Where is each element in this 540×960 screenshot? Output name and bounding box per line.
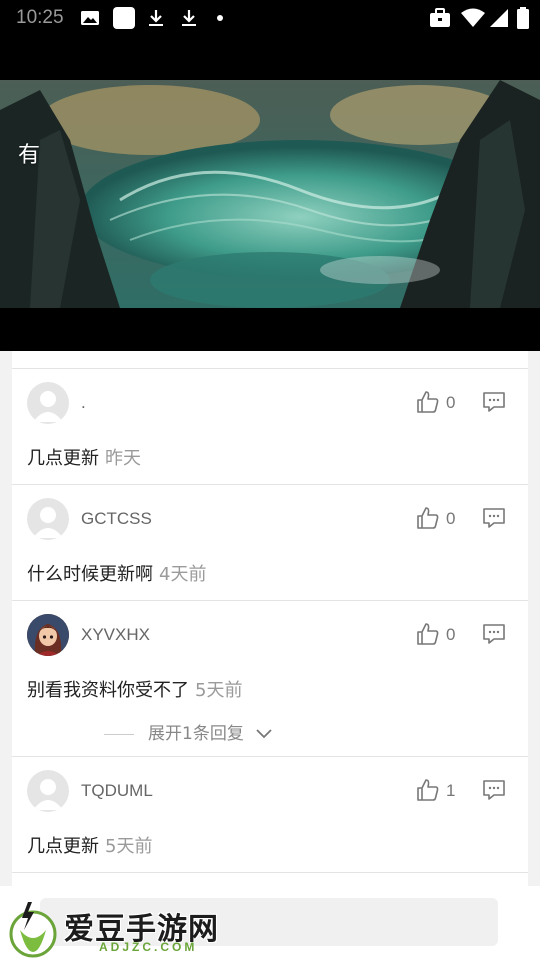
watermark-domain: ADJZC.COM bbox=[99, 940, 198, 954]
thumbs-up-icon[interactable] bbox=[416, 778, 440, 802]
comment-text: 别看我资料你受不了 5天前 bbox=[27, 676, 242, 702]
comment-icon[interactable] bbox=[482, 507, 506, 529]
toolbar-area bbox=[0, 36, 540, 80]
like-count: 1 bbox=[446, 781, 456, 800]
status-bar: 10:25 bbox=[0, 0, 540, 36]
comment-list[interactable]: . 0 几点更新 昨天 GCTCSS 0 什么时候更新啊 4天前 XYVXHX … bbox=[12, 351, 528, 886]
comment-icon[interactable] bbox=[482, 623, 506, 645]
comment-time: 5天前 bbox=[105, 836, 153, 857]
like-count: 0 bbox=[446, 393, 456, 412]
wifi-icon bbox=[461, 8, 485, 27]
watermark-logo-icon bbox=[9, 902, 57, 958]
app-square-icon bbox=[113, 7, 135, 29]
avatar[interactable] bbox=[27, 770, 69, 812]
footer-bar: 爱豆手游网 ADJZC.COM bbox=[0, 886, 540, 960]
dot-icon bbox=[217, 15, 223, 21]
comment-icon[interactable] bbox=[482, 779, 506, 801]
comment-text: 几点更新 5天前 bbox=[27, 832, 152, 858]
default-avatar-icon bbox=[33, 507, 63, 538]
default-avatar-icon bbox=[33, 391, 63, 422]
comment-item: . 0 几点更新 昨天 bbox=[12, 368, 528, 484]
comment-time: 5天前 bbox=[195, 680, 243, 701]
comment-username[interactable]: TQDUML bbox=[81, 781, 153, 801]
comment-body: 几点更新 bbox=[27, 836, 99, 857]
thumbs-up-icon[interactable] bbox=[416, 622, 440, 646]
comment-time: 昨天 bbox=[105, 448, 141, 469]
download-icon bbox=[182, 10, 196, 26]
default-avatar-icon bbox=[33, 779, 63, 810]
expand-replies-button[interactable]: 展开1条回复 bbox=[104, 719, 273, 744]
comment-body: 什么时候更新啊 bbox=[27, 564, 153, 585]
comment-body: 几点更新 bbox=[27, 448, 99, 469]
anime-girl-avatar-icon bbox=[27, 614, 69, 656]
wave-landscape-illustration bbox=[0, 80, 540, 308]
thumbs-up-icon[interactable] bbox=[416, 506, 440, 530]
like-count: 0 bbox=[446, 509, 456, 528]
battery-icon bbox=[517, 7, 529, 29]
avatar[interactable] bbox=[27, 498, 69, 540]
comment-item: GCTCSS 0 什么时候更新啊 4天前 bbox=[12, 484, 528, 600]
banner-bottom-bar bbox=[0, 308, 540, 351]
banner-title: 有 bbox=[18, 143, 41, 168]
comment-username[interactable]: XYVXHX bbox=[81, 625, 150, 645]
thumbs-up-icon[interactable] bbox=[416, 390, 440, 414]
comment-item-partial bbox=[12, 872, 528, 886]
chevron-down-icon bbox=[256, 729, 272, 739]
comment-item: XYVXHX 0 别看我资料你受不了 5天前 展开1条回复 bbox=[12, 600, 528, 756]
like-count: 0 bbox=[446, 625, 456, 644]
comment-body: 别看我资料你受不了 bbox=[27, 680, 189, 701]
comment-time: 4天前 bbox=[159, 564, 207, 585]
expand-replies-label: 展开1条回复 bbox=[148, 724, 244, 744]
image-icon bbox=[81, 11, 99, 25]
comment-username[interactable]: GCTCSS bbox=[81, 509, 152, 529]
avatar[interactable] bbox=[27, 614, 69, 656]
signal-icon bbox=[490, 9, 508, 27]
comment-text: 几点更新 昨天 bbox=[27, 444, 141, 470]
download-icon bbox=[149, 10, 163, 26]
avatar[interactable] bbox=[27, 382, 69, 424]
divider-line bbox=[104, 733, 134, 735]
comment-text: 什么时候更新啊 4天前 bbox=[27, 560, 206, 586]
status-time: 10:25 bbox=[16, 7, 64, 28]
briefcase-icon bbox=[430, 8, 450, 27]
comment-username[interactable]: . bbox=[81, 393, 86, 413]
banner-image: 有 bbox=[0, 80, 540, 308]
comment-item: TQDUML 1 几点更新 5天前 bbox=[12, 756, 528, 872]
comment-icon[interactable] bbox=[482, 391, 506, 413]
